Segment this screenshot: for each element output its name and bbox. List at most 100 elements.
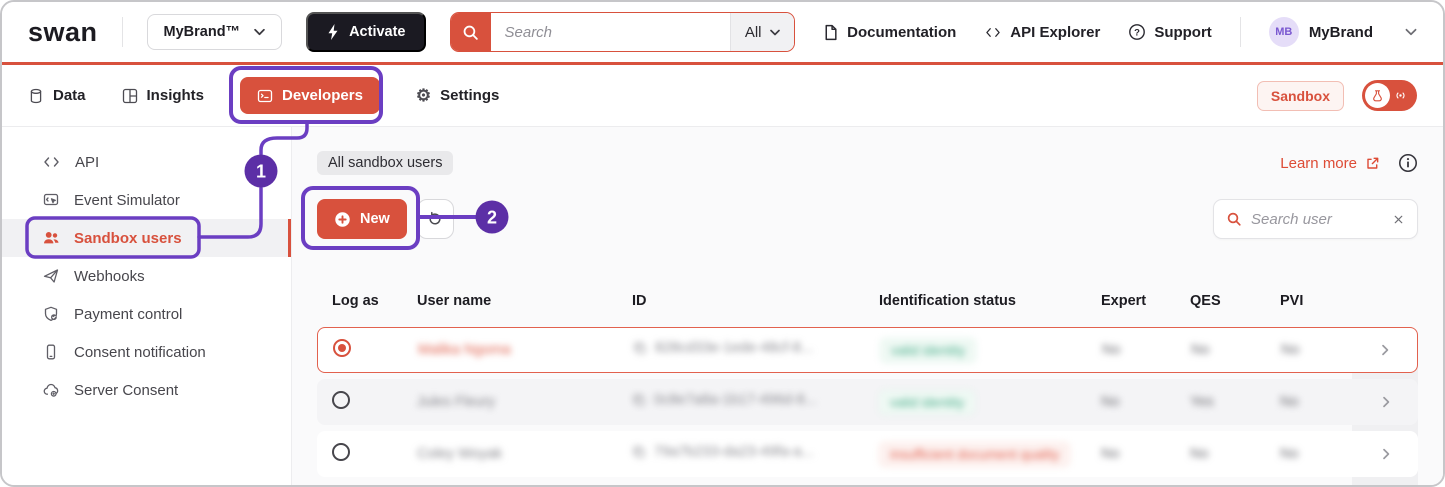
- chevron-down-icon: [254, 28, 265, 36]
- tab-data-label: Data: [53, 87, 86, 104]
- tab-settings-label: Settings: [440, 87, 500, 104]
- sidebar-item-label: Payment control: [74, 305, 183, 323]
- body: API Event Simulator Sandbox users Webhoo…: [2, 127, 1443, 485]
- brand-selector[interactable]: MyBrand™: [146, 14, 283, 50]
- sidebar-item-label: Consent notification: [74, 343, 206, 361]
- support-link[interactable]: ? Support: [1128, 23, 1212, 41]
- refresh-button[interactable]: [416, 199, 454, 239]
- new-user-label: New: [360, 211, 390, 227]
- copy-icon: [633, 446, 645, 458]
- tab-data[interactable]: Data: [28, 87, 86, 104]
- users-icon: [44, 232, 59, 244]
- documentation-link[interactable]: Documentation: [822, 24, 956, 41]
- activate-button[interactable]: Activate: [306, 12, 426, 52]
- sidebar-item-server-consent[interactable]: Server Consent: [2, 371, 291, 409]
- info-icon[interactable]: [1398, 153, 1418, 173]
- section-nav: Data Insights Developers ⚙ Settings Sand…: [2, 65, 1443, 127]
- top-bar: swan MyBrand™ Activate All Documentation: [2, 2, 1443, 62]
- account-menu[interactable]: MB MyBrand: [1268, 17, 1417, 47]
- sidebar-item-label: Sandbox users: [74, 229, 182, 247]
- environment-toggle[interactable]: [1362, 80, 1417, 111]
- brand-selector-label: MyBrand™: [163, 24, 241, 40]
- tab-insights-label: Insights: [146, 87, 205, 104]
- log-as-radio[interactable]: [332, 390, 350, 409]
- column-header: Log as: [332, 293, 379, 309]
- user-search-input[interactable]: [1251, 210, 1383, 228]
- chevron-right-icon: [1383, 448, 1390, 460]
- support-label: Support: [1154, 23, 1212, 41]
- sidebar-item-api[interactable]: API: [2, 143, 291, 181]
- sidebar-item-consent-notification[interactable]: Consent notification: [2, 333, 291, 371]
- column-header: Expert: [1101, 293, 1147, 309]
- chevron-down-icon: [769, 29, 780, 35]
- documentation-label: Documentation: [847, 23, 957, 41]
- sidebar-item-label: Webhooks: [74, 267, 145, 285]
- svg-text:?: ?: [1134, 27, 1140, 38]
- log-as-radio[interactable]: [333, 338, 351, 357]
- breadcrumb: All sandbox users: [317, 151, 454, 175]
- flask-icon: [1373, 89, 1382, 101]
- code-icon: [44, 157, 59, 167]
- pvi-value: No: [1280, 446, 1299, 462]
- user-id: 0c8e7a8a-1b17-496d-8...: [632, 392, 817, 408]
- identification-status-badge: valid identity: [880, 337, 977, 363]
- expert-value: No: [1102, 342, 1121, 358]
- sidebar-item-label: Event Simulator: [74, 191, 180, 209]
- sidebar-item-event-simulator[interactable]: Event Simulator: [2, 181, 291, 219]
- search-icon: [1227, 212, 1241, 226]
- qes-value: Yes: [1190, 394, 1214, 410]
- live-signal-icon: [1396, 92, 1405, 99]
- gear-icon: ⚙: [415, 86, 432, 105]
- avatar: MB: [1268, 17, 1299, 47]
- top-links: Documentation API Explorer ? Support MB …: [822, 17, 1417, 47]
- smartphone-icon: [46, 344, 56, 360]
- sidebar-item-sandbox-users[interactable]: Sandbox users: [2, 219, 291, 257]
- user-id-text: 0c8e7a8a-1b17-496d-8...: [654, 392, 817, 408]
- user-name: Jules Fleury: [417, 394, 496, 410]
- global-search-input[interactable]: [490, 13, 730, 51]
- env-knob: [1365, 83, 1390, 108]
- table-row[interactable]: Jules Fleury 0c8e7a8a-1b17-496d-8... val…: [317, 379, 1418, 425]
- api-explorer-label: API Explorer: [1010, 23, 1101, 41]
- dev-console-icon: [257, 89, 273, 102]
- clear-icon[interactable]: [1392, 213, 1405, 226]
- user-name: Coley Woyak: [417, 446, 503, 462]
- sidebar-item-payment-control[interactable]: Payment control: [2, 295, 291, 333]
- tab-settings[interactable]: ⚙ Settings: [416, 87, 499, 104]
- tab-developers-label: Developers: [282, 87, 363, 104]
- column-header: ID: [632, 293, 647, 309]
- shield-check-icon: [44, 306, 58, 322]
- search-scope-value: All: [744, 23, 762, 41]
- external-link-icon: [1367, 157, 1379, 169]
- refresh-icon: [428, 211, 441, 225]
- user-id: 828cd33e-1ede-48cf-8...: [633, 340, 813, 356]
- learn-more-link[interactable]: Learn more: [1280, 155, 1380, 172]
- user-search: [1213, 199, 1418, 239]
- expert-value: No: [1101, 446, 1120, 462]
- tab-insights[interactable]: Insights: [122, 87, 205, 104]
- table-row[interactable]: Coley Woyak 79a7b233-da23-49fa-a... insu…: [317, 431, 1418, 477]
- help-icon: ?: [1129, 24, 1146, 40]
- sandbox-badge: Sandbox: [1256, 80, 1344, 111]
- tab-developers[interactable]: Developers: [240, 77, 380, 114]
- activate-label: Activate: [349, 24, 406, 40]
- search-scope-select[interactable]: All: [729, 13, 794, 51]
- column-header: QES: [1190, 293, 1221, 309]
- copy-icon: [634, 342, 646, 354]
- column-header: PVI: [1280, 293, 1304, 309]
- qes-value: No: [1191, 342, 1210, 358]
- api-explorer-link[interactable]: API Explorer: [984, 24, 1100, 41]
- swan-logo: swan: [28, 16, 98, 47]
- user-id-text: 79a7b233-da23-49fa-a...: [654, 444, 814, 460]
- chevron-right-icon: [1383, 396, 1390, 408]
- new-user-button[interactable]: New: [317, 199, 407, 239]
- table-row[interactable]: Malika Ngoma 828cd33e-1ede-48cf-8... val…: [317, 327, 1418, 373]
- log-as-radio[interactable]: [332, 442, 350, 461]
- identification-status-badge: insufficient document quality: [879, 441, 1071, 467]
- qes-value: No: [1190, 446, 1209, 462]
- user-id: 79a7b233-da23-49fa-a...: [632, 444, 814, 460]
- sidebar-item-webhooks[interactable]: Webhooks: [2, 257, 291, 295]
- user-id-text: 828cd33e-1ede-48cf-8...: [655, 340, 813, 356]
- paper-plane-icon: [43, 269, 59, 283]
- search-icon-box[interactable]: [450, 13, 491, 51]
